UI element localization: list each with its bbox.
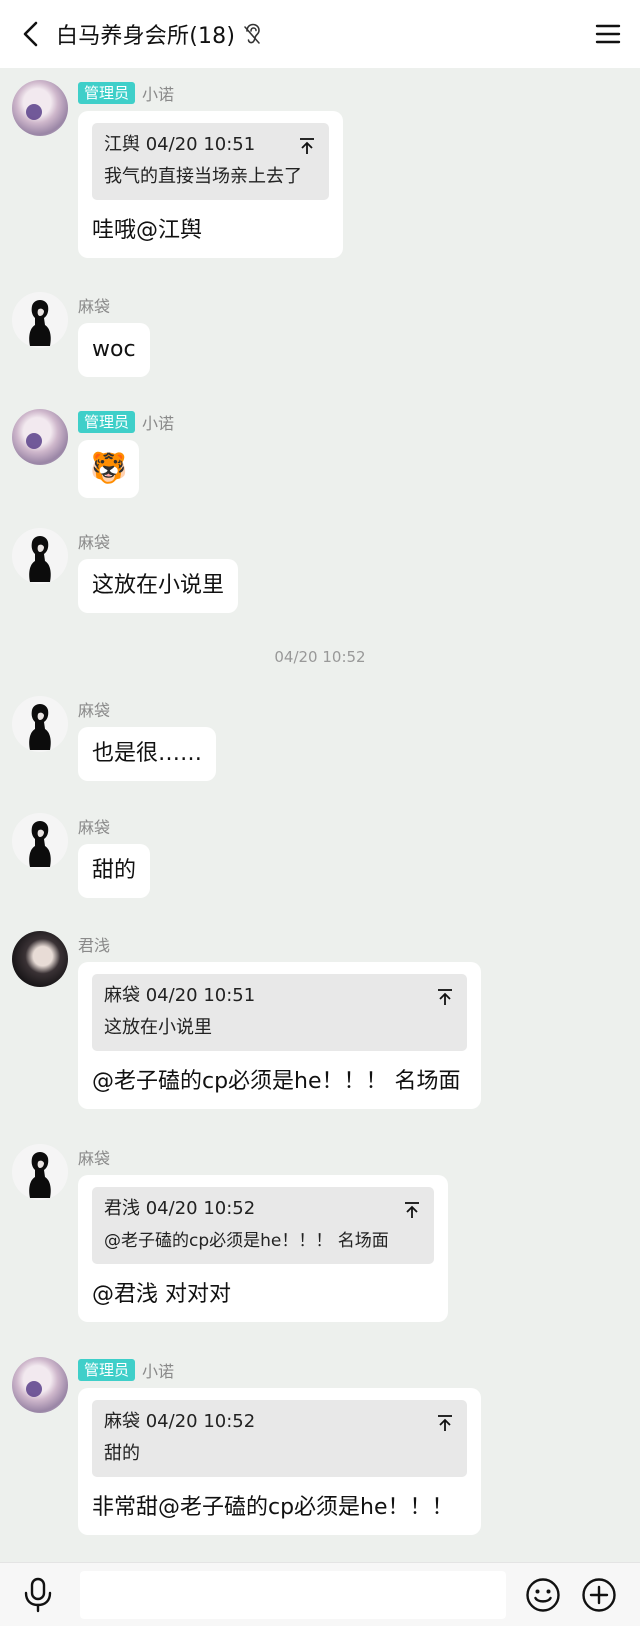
quote-body: 我气的直接当场亲上去了 [104,166,302,187]
message-meta: 麻袋 [78,815,110,837]
avatar[interactable] [12,292,68,348]
message-meta: 麻袋 [78,294,110,316]
sender-name[interactable]: 小诺 [142,410,174,434]
jump-to-top-icon[interactable] [437,988,453,1006]
sender-name[interactable]: 麻袋 [78,529,110,553]
ear-icon [243,23,261,45]
avatar[interactable] [12,1357,68,1413]
quoted-message[interactable]: 君浅 04/20 10:52 @老子磕的cp必须是he！！！ 名场面 [92,1187,434,1264]
message-bubble[interactable]: 麻袋 04/20 10:51 这放在小说里 @老子磕的cp必须是he！！！ 名场… [78,962,481,1109]
message-bubble[interactable]: 君浅 04/20 10:52 @老子磕的cp必须是he！！！ 名场面 @君浅 对… [78,1175,448,1322]
timestamp-divider: 04/20 10:52 [274,648,366,666]
quote-body: @老子磕的cp必须是he！！！ 名场面 [104,1231,389,1251]
chat-title[interactable]: 白马养身会所(18) [56,18,235,50]
jump-to-top-icon[interactable] [404,1201,420,1219]
message-meta: 管理员 小诺 [78,1359,174,1381]
message-text: @老子磕的cp必须是he！！！ 名场面 [92,1069,461,1094]
sender-name[interactable]: 麻袋 [78,293,110,317]
sender-name[interactable]: 麻袋 [78,1145,110,1169]
avatar[interactable] [12,409,68,465]
message-bubble[interactable]: 这放在小说里 [78,559,239,613]
message-text: 甜的 [92,858,137,883]
tiger-sticker: 🐯 [90,451,128,486]
hamburger-menu-icon[interactable] [592,18,624,50]
quote-body: 甜的 [104,1443,140,1464]
message-bubble[interactable]: 江舆 04/20 10:51 我气的直接当场亲上去了 哇哦@江舆 [78,111,343,258]
message-text: 非常甜@老子磕的cp必须是he！！！ [92,1495,454,1520]
message-meta: 君浅 [78,933,110,955]
message-bubble[interactable]: 甜的 [78,844,151,898]
sender-name[interactable]: 麻袋 [78,814,110,838]
admin-badge: 管理员 [78,82,136,104]
smiley-icon[interactable] [525,1577,561,1613]
quote-header: 君浅 04/20 10:52 [104,1198,256,1219]
microphone-icon[interactable] [22,1577,54,1613]
chat-header: 白马养身会所(18) [0,0,640,68]
quote-header: 江舆 04/20 10:51 [104,134,256,155]
message-text: 也是很…… [92,741,203,766]
avatar[interactable] [12,696,68,752]
message-bubble[interactable]: 也是很…… [78,727,217,781]
message-bubble[interactable]: 麻袋 04/20 10:52 甜的 非常甜@老子磕的cp必须是he！！！ [78,1388,481,1535]
quoted-message[interactable]: 麻袋 04/20 10:52 甜的 [92,1400,467,1477]
message-meta: 管理员 小诺 [78,411,174,433]
avatar[interactable] [12,1144,68,1200]
chat-title-wrap[interactable]: 白马养身会所(18) [56,0,261,68]
message-meta: 麻袋 [78,1146,110,1168]
avatar[interactable] [12,931,68,987]
message-bubble[interactable]: 🐯 [78,440,140,498]
sender-name[interactable]: 小诺 [142,1358,174,1382]
input-bar [0,1562,640,1626]
quote-header: 麻袋 04/20 10:52 [104,1411,256,1432]
message-meta: 麻袋 [78,530,110,552]
quoted-message[interactable]: 江舆 04/20 10:51 我气的直接当场亲上去了 [92,123,329,200]
sender-name[interactable]: 麻袋 [78,697,110,721]
plus-circle-icon[interactable] [581,1577,617,1613]
admin-badge: 管理员 [78,1359,136,1381]
quote-body: 这放在小说里 [104,1017,212,1038]
message-bubble[interactable]: woc [78,323,150,377]
message-text: woc [92,337,136,362]
back-icon[interactable] [14,17,48,51]
quote-header: 麻袋 04/20 10:51 [104,985,256,1006]
quoted-message[interactable]: 麻袋 04/20 10:51 这放在小说里 [92,974,467,1051]
sender-name[interactable]: 君浅 [78,932,110,956]
jump-to-top-icon[interactable] [437,1414,453,1432]
avatar[interactable] [12,813,68,869]
message-meta: 麻袋 [78,698,110,720]
avatar[interactable] [12,528,68,584]
message-input[interactable] [80,1571,506,1619]
message-text: 哇哦@江舆 [92,218,203,243]
jump-to-top-icon[interactable] [299,137,315,155]
message-text: @君浅 对对对 [92,1282,231,1307]
message-text: 这放在小说里 [92,573,225,598]
avatar[interactable] [12,80,68,136]
message-meta: 管理员 小诺 [78,82,174,104]
admin-badge: 管理员 [78,411,136,433]
sender-name[interactable]: 小诺 [142,81,174,105]
